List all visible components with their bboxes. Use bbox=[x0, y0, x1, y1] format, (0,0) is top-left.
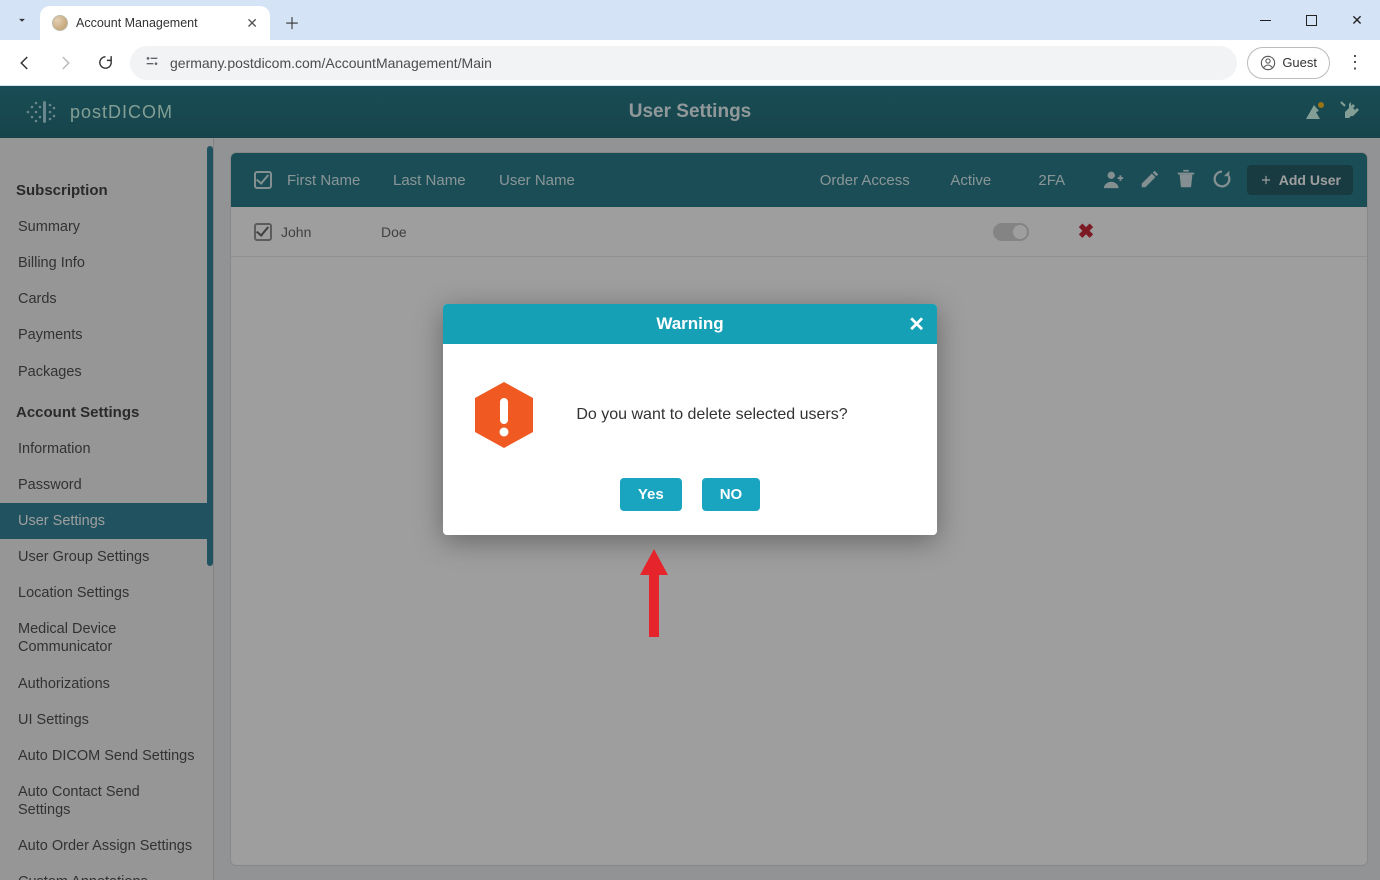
nav-reload-button[interactable] bbox=[90, 48, 120, 78]
profile-guest-button[interactable]: Guest bbox=[1247, 47, 1330, 79]
warning-hexagon-icon bbox=[473, 380, 535, 450]
app-root: postDICOM User Settings Subscription Sum… bbox=[0, 86, 1380, 880]
window-close-button[interactable]: ✕ bbox=[1334, 0, 1380, 40]
window-maximize-button[interactable] bbox=[1288, 0, 1334, 40]
warning-modal: Warning ✕ Do you want to delete selected… bbox=[443, 304, 937, 535]
modal-header: Warning ✕ bbox=[443, 304, 937, 344]
modal-message: Do you want to delete selected users? bbox=[557, 406, 907, 424]
tab-title: Account Management bbox=[76, 16, 198, 30]
url-text: germany.postdicom.com/AccountManagement/… bbox=[170, 55, 492, 71]
modal-title: Warning bbox=[656, 314, 723, 334]
guest-label: Guest bbox=[1282, 55, 1317, 70]
window-minimize-button[interactable] bbox=[1242, 0, 1288, 40]
site-settings-icon[interactable] bbox=[144, 53, 160, 72]
tab-close-icon[interactable]: ✕ bbox=[246, 15, 258, 32]
browser-tab[interactable]: Account Management ✕ bbox=[40, 6, 270, 40]
nav-forward-button[interactable] bbox=[50, 48, 80, 78]
address-bar[interactable]: germany.postdicom.com/AccountManagement/… bbox=[130, 46, 1237, 80]
browser-tab-strip: Account Management ✕ ＋ ✕ bbox=[0, 0, 1380, 40]
browser-toolbar: germany.postdicom.com/AccountManagement/… bbox=[0, 40, 1380, 86]
nav-back-button[interactable] bbox=[10, 48, 40, 78]
modal-no-button[interactable]: NO bbox=[702, 478, 761, 511]
browser-menu-button[interactable]: ⋮ bbox=[1340, 52, 1370, 73]
window-controls: ✕ bbox=[1242, 0, 1380, 40]
favicon-icon bbox=[52, 15, 68, 31]
tab-list-dropdown[interactable] bbox=[8, 6, 36, 34]
modal-yes-button[interactable]: Yes bbox=[620, 478, 682, 511]
new-tab-button[interactable]: ＋ bbox=[278, 8, 306, 36]
modal-close-button[interactable]: ✕ bbox=[908, 312, 925, 337]
